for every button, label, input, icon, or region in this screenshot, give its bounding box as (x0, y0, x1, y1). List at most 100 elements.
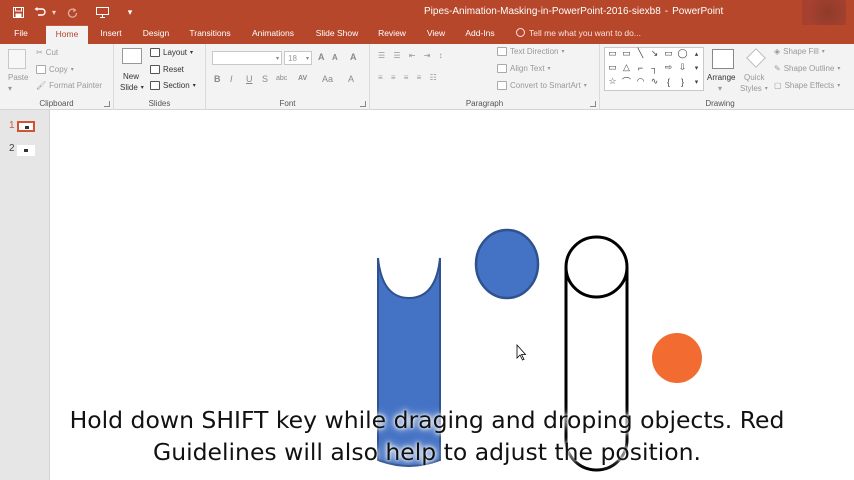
arrange-icon[interactable] (712, 49, 734, 69)
undo-dropdown-icon[interactable]: ▾ (52, 3, 60, 21)
tab-slide-show[interactable]: Slide Show (312, 25, 362, 44)
ribbon: Paste ▾ ✂ Cut Copy ▾ 🖌 Format Painter Clipb… (0, 44, 854, 110)
curved-shape-icon[interactable]: ⌒ (620, 76, 633, 87)
account-avatar[interactable] (802, 0, 846, 25)
tab-transitions[interactable]: Transitions (184, 25, 236, 44)
grow-font-button[interactable]: A (318, 52, 325, 62)
reset-icon (150, 65, 160, 74)
list-buttons[interactable]: ☰ ☰ ⇤ ⇥ ↕ (378, 51, 446, 60)
textbox-shape-icon[interactable]: ▭ (606, 48, 619, 59)
tab-add-ins[interactable]: Add-Ins (460, 25, 500, 44)
arrange-button[interactable]: Arrange (707, 73, 735, 82)
format-painter-button[interactable]: 🖌 Format Painter (36, 81, 102, 90)
arrange-dropdown-icon[interactable]: ▾ (718, 84, 722, 93)
slide-thumbnail-2[interactable] (17, 145, 35, 156)
alignment-buttons[interactable]: ≡ ≡ ≡ ≡ ☷ (378, 73, 440, 82)
caption-line-2: Guidelines will also help to adjust the … (152, 438, 702, 466)
present-from-start-icon[interactable] (92, 3, 112, 21)
right-arrow-shape-icon[interactable]: ⇨ (662, 62, 675, 73)
shadow-button[interactable]: abc (276, 75, 287, 82)
new-slide-button[interactable]: New (123, 72, 139, 81)
text-direction-icon (497, 47, 507, 56)
close-brace-shape-icon[interactable]: } (676, 76, 689, 87)
smartart-icon (497, 81, 507, 90)
align-text-button[interactable]: Align Text ▾ (497, 64, 551, 73)
vertical-textbox-shape-icon[interactable]: ▭ (620, 48, 633, 59)
down-arrow-shape-icon[interactable]: ⇩ (676, 62, 689, 73)
bold-button[interactable]: B (214, 74, 221, 84)
font-launcher-icon[interactable] (360, 101, 366, 107)
font-name-combobox[interactable]: ▾ (212, 51, 282, 65)
slide-thumbnail-1[interactable] (17, 121, 35, 132)
brace-shape-icon[interactable]: { (662, 76, 675, 87)
section-button[interactable]: Section ▾ (150, 81, 196, 90)
rectangle-shape-icon[interactable]: ▭ (662, 48, 675, 59)
italic-button[interactable]: I (230, 74, 233, 84)
section-icon (150, 81, 160, 90)
paintbrush-icon: 🖌 (36, 81, 47, 90)
font-size-combobox[interactable]: 18 ▾ (284, 51, 312, 65)
effects-icon: ▢ (774, 81, 782, 90)
tab-insert[interactable]: Insert (92, 25, 130, 44)
customize-qat-icon[interactable]: ▾ (120, 3, 140, 21)
font-color-button[interactable]: A (348, 74, 354, 84)
wave-shape-icon[interactable]: ∿ (648, 76, 661, 87)
tab-home[interactable]: Home (46, 25, 88, 44)
clipboard-launcher-icon[interactable] (104, 101, 110, 107)
orange-circle-shape[interactable] (652, 333, 702, 383)
strikethrough-button[interactable]: S (262, 74, 268, 84)
cut-button[interactable]: ✂ Cut (36, 48, 58, 57)
oval-shape-icon[interactable]: ◯ (676, 48, 689, 59)
elbow-connector-shape-icon[interactable]: ⌐ (634, 62, 647, 73)
pen-icon: ✎ (774, 64, 781, 73)
tab-file[interactable]: File (6, 25, 36, 44)
cylinder-top-ellipse[interactable] (564, 235, 629, 299)
arc-shape-icon[interactable]: ◠ (634, 76, 647, 87)
slides-label: Slides (148, 99, 171, 108)
shape-outline-button[interactable]: ✎ Shape Outline ▾ (774, 64, 840, 73)
quick-styles-button[interactable]: Quick (744, 73, 764, 82)
shape-effects-button[interactable]: ▢ Shape Effects ▾ (774, 81, 840, 90)
change-case-button[interactable]: Aa (322, 74, 333, 84)
shrink-font-button[interactable]: A (332, 53, 338, 62)
paste-dropdown-icon[interactable]: ▾ (8, 84, 12, 93)
redo-icon[interactable] (62, 3, 82, 21)
quick-styles-icon[interactable] (746, 48, 766, 68)
quick-styles-button-line2[interactable]: Styles ▾ (740, 84, 768, 93)
paste-button[interactable]: Paste (8, 73, 28, 82)
new-slide-button-line2[interactable]: Slide ▾ (120, 83, 144, 92)
layout-button[interactable]: Layout ▾ (150, 48, 193, 57)
paragraph-launcher-icon[interactable] (590, 101, 596, 107)
tab-view[interactable]: View (420, 25, 452, 44)
shape-fill-button[interactable]: ◈ Shape Fill ▾ (774, 47, 825, 56)
clear-formatting-button[interactable]: A (350, 52, 357, 62)
slide-number: 2 (9, 143, 15, 154)
reset-button[interactable]: Reset (150, 65, 184, 74)
tab-review[interactable]: Review (372, 25, 412, 44)
rectangle-2-shape-icon[interactable]: ▭ (606, 62, 619, 73)
paint-bucket-icon: ◈ (774, 47, 781, 56)
paragraph-group: ☰ ☰ ⇤ ⇥ ↕ ≡ ≡ ≡ ≡ ☷ Text Direction ▾ Alig… (370, 44, 600, 110)
triangle-shape-icon[interactable]: △ (620, 62, 633, 73)
underline-button[interactable]: U (246, 74, 253, 84)
gallery-scroll-up-icon[interactable]: ▴ (690, 48, 703, 59)
convert-to-smartart-button[interactable]: Convert to SmartArt ▾ (497, 81, 587, 90)
gallery-more-icon[interactable]: ▾ (690, 76, 703, 87)
paste-icon[interactable] (8, 49, 26, 69)
copy-button[interactable]: Copy ▾ (36, 65, 74, 74)
gallery-scroll-down-icon[interactable]: ▾ (690, 62, 703, 73)
blue-oval-shape[interactable] (474, 228, 540, 300)
character-spacing-button[interactable]: AV (298, 75, 307, 82)
star-shape-icon[interactable]: ☆ (606, 76, 619, 87)
text-direction-button[interactable]: Text Direction ▾ (497, 47, 564, 56)
save-icon[interactable] (8, 3, 28, 21)
tell-me-box[interactable]: Tell me what you want to do... (516, 28, 641, 38)
connector-shape-icon[interactable]: ┐ (648, 62, 661, 73)
tab-design[interactable]: Design (136, 25, 176, 44)
video-caption: Hold down SHIFT key while draging and dr… (0, 404, 854, 468)
undo-icon[interactable] (30, 3, 50, 21)
arrow-line-shape-icon[interactable]: ↘ (648, 48, 661, 59)
new-slide-icon[interactable] (122, 48, 142, 64)
tab-animations[interactable]: Animations (246, 25, 300, 44)
line-shape-icon[interactable]: ╲ (634, 48, 647, 59)
